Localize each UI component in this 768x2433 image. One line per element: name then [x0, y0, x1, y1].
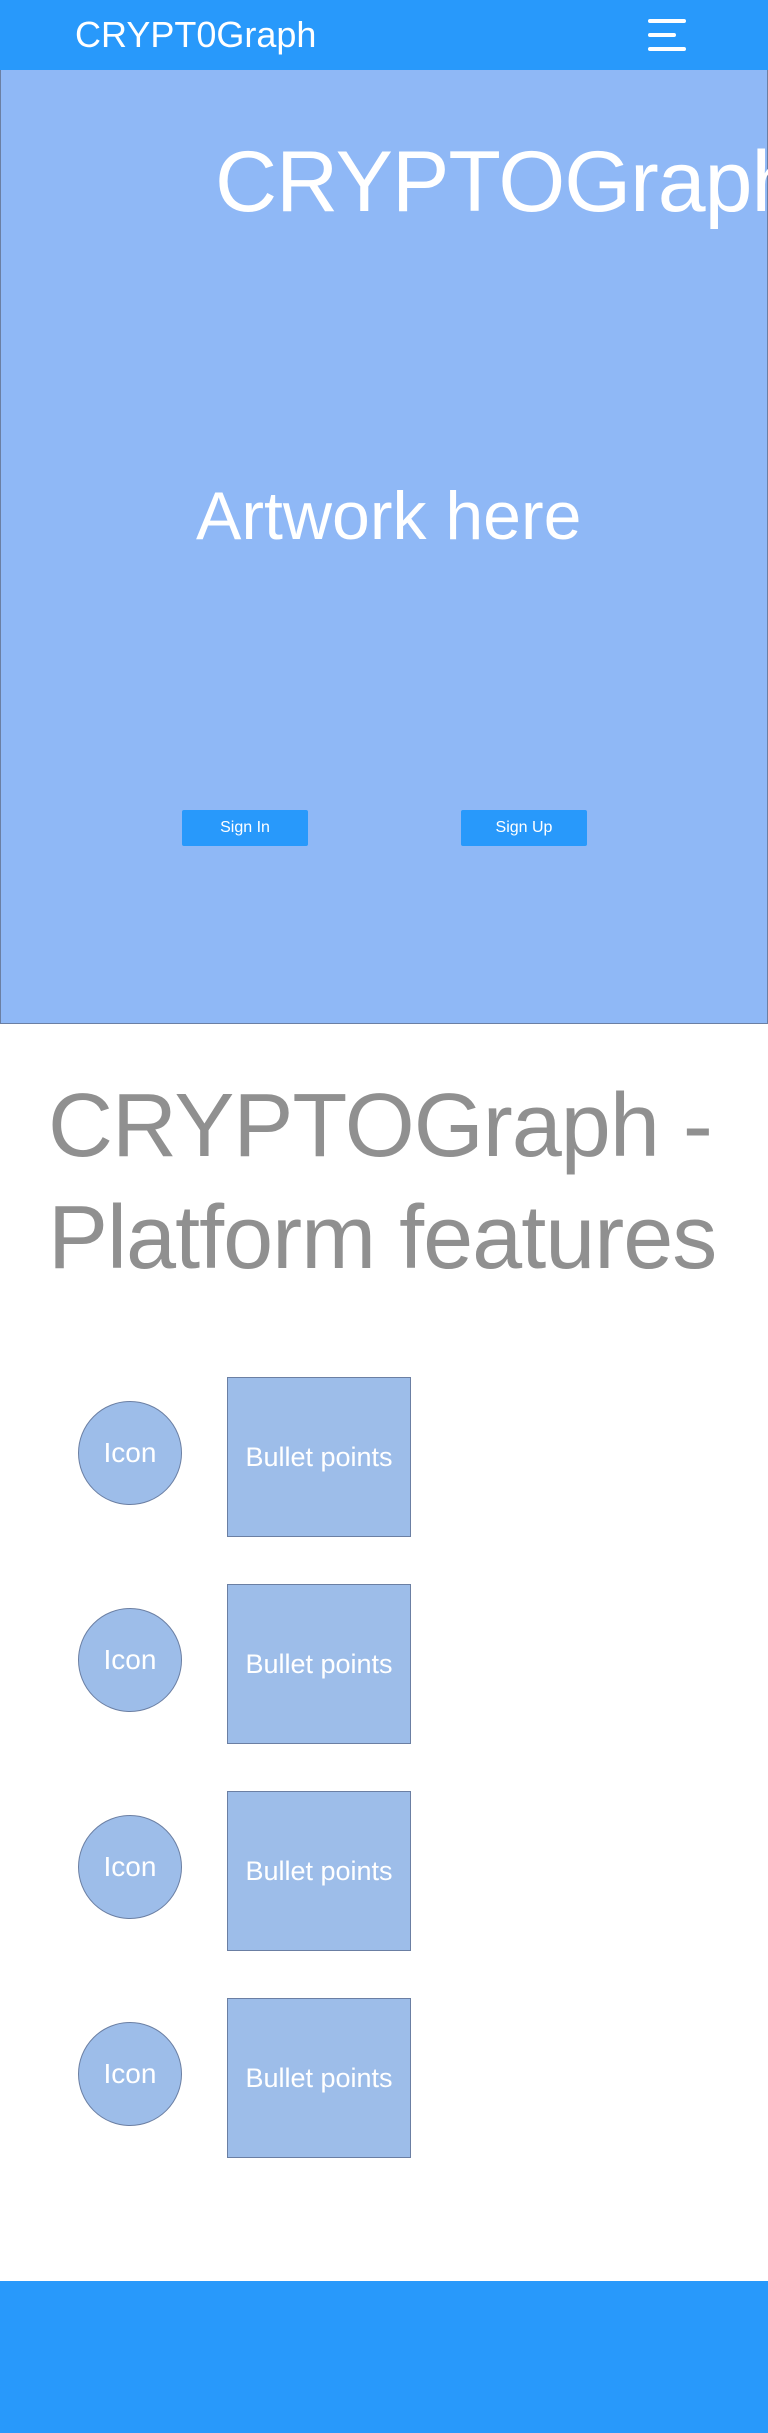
page: CRYPT0Graph CRYPTOGraph Artwork here Sig…	[0, 0, 768, 2433]
artwork-placeholder: Artwork here	[196, 478, 582, 554]
feature-bullet-points: Bullet points	[227, 1998, 411, 2158]
hamburger-menu-icon[interactable]	[648, 17, 690, 53]
feature-icon: Icon	[78, 1401, 182, 1505]
feature-icon: Icon	[78, 2022, 182, 2126]
feature-item: Icon Bullet points	[0, 1998, 768, 2158]
feature-item: Icon Bullet points	[0, 1377, 768, 1537]
feature-item: Icon Bullet points	[0, 1791, 768, 1951]
features-heading: CRYPTOGraph - Platform features	[48, 1076, 717, 1288]
feature-bullet-points: Bullet points	[227, 1791, 411, 1951]
top-navbar: CRYPT0Graph	[0, 0, 768, 70]
feature-icon: Icon	[78, 1815, 182, 1919]
feature-bullet-points: Bullet points	[227, 1377, 411, 1537]
hero-title: CRYPTOGraph	[215, 134, 768, 230]
footer	[0, 2281, 768, 2433]
hero-section: CRYPTOGraph Artwork here Sign In Sign Up	[0, 70, 768, 1024]
feature-icon: Icon	[78, 1608, 182, 1712]
sign-in-button[interactable]: Sign In	[182, 810, 308, 846]
feature-item: Icon Bullet points	[0, 1584, 768, 1744]
feature-bullet-points: Bullet points	[227, 1584, 411, 1744]
sign-up-button[interactable]: Sign Up	[461, 810, 587, 846]
site-logo-title[interactable]: CRYPT0Graph	[75, 12, 316, 58]
